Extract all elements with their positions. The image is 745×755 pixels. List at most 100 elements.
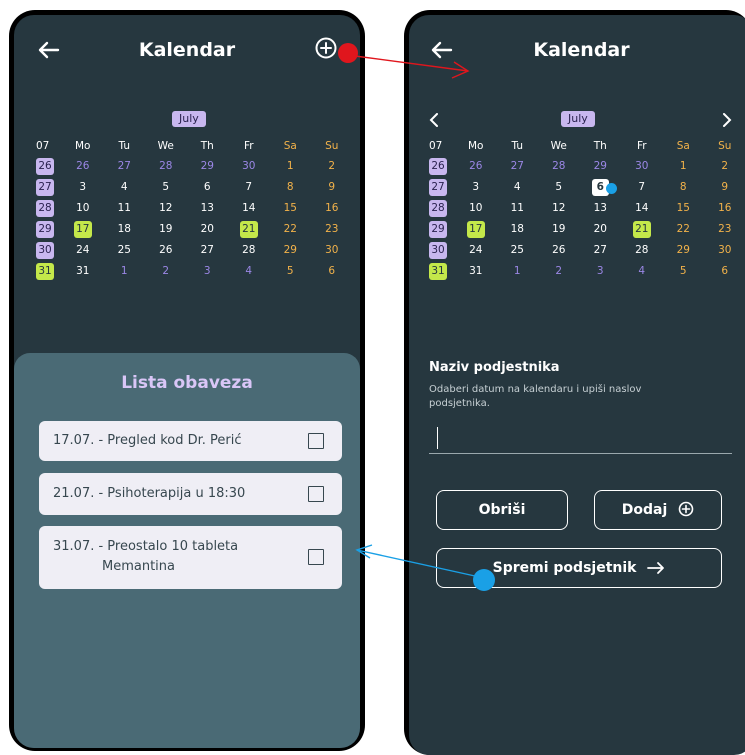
calendar-day[interactable]: 29 [270,241,312,261]
delete-button[interactable]: Obriši [436,490,568,530]
task-checkbox[interactable] [308,486,324,502]
day-header: Th [200,140,214,152]
chevron-right-icon[interactable] [721,113,733,127]
calendar-day[interactable]: 12 [145,199,187,219]
calendar-day[interactable]: 16 [704,199,745,219]
calendar-day[interactable]: 13 [580,199,622,219]
calendar-day[interactable]: 5 [270,262,312,282]
calendar-day[interactable]: 4 [621,262,663,282]
calendar-day[interactable]: 14 [228,199,270,219]
calendar-day[interactable]: 5 [663,262,705,282]
month-badge[interactable]: July [172,111,206,127]
calendar-day[interactable]: 11 [497,199,539,219]
calendar-day[interactable]: 27 [104,157,146,177]
calendar-day[interactable]: 1 [104,262,146,282]
calendar-day-highlighted[interactable]: 21 [239,221,258,238]
calendar-day[interactable]: 9 [311,178,353,198]
calendar-day[interactable]: 11 [104,199,146,219]
calendar-day[interactable]: 30 [311,241,353,261]
calendar-day[interactable]: 9 [704,178,745,198]
calendar-day[interactable]: 2 [311,157,353,177]
calendar-day[interactable]: 19 [145,220,187,240]
calendar-day[interactable]: 26 [62,157,104,177]
chevron-left-icon[interactable] [428,113,440,127]
calendar-day[interactable]: 26 [455,157,497,177]
calendar-day[interactable]: 25 [104,241,146,261]
calendar-day[interactable]: 20 [187,220,229,240]
calendar-day[interactable]: 20 [580,220,622,240]
calendar-day[interactable]: 1 [663,157,705,177]
calendar-day[interactable]: 29 [663,241,705,261]
plus-circle-icon[interactable] [314,36,338,60]
calendar-day[interactable]: 18 [497,220,539,240]
calendar-day[interactable]: 12 [538,199,580,219]
calendar-day[interactable]: 5 [538,178,580,198]
calendar-day[interactable]: 30 [228,157,270,177]
calendar-day[interactable]: 10 [62,199,104,219]
reminder-title-input[interactable] [429,423,732,454]
calendar-day[interactable]: 23 [704,220,745,240]
calendar-day[interactable]: 22 [270,220,312,240]
calendar-day[interactable]: 13 [187,199,229,219]
task-item[interactable]: 17.07. - Pregled kod Dr. Perić [39,421,342,461]
calendar-day[interactable]: 15 [663,199,705,219]
calendar-day[interactable]: 5 [145,178,187,198]
calendar-day[interactable]: 31 [455,262,497,282]
calendar-day[interactable]: 29 [580,157,622,177]
task-item[interactable]: 31.07. - Preostalo 10 tableta Memantina [39,526,342,589]
calendar-day[interactable]: 2 [704,157,745,177]
save-reminder-button[interactable]: Spremi podsjetnik [436,548,722,588]
calendar-day[interactable]: 28 [228,241,270,261]
calendar-day-highlighted[interactable]: 17 [73,221,92,238]
calendar-day[interactable]: 3 [62,178,104,198]
calendar-day-highlighted[interactable]: 21 [632,221,651,238]
month-badge[interactable]: July [561,111,595,127]
calendar-day[interactable]: 27 [187,241,229,261]
calendar-day[interactable]: 27 [580,241,622,261]
calendar-day[interactable]: 4 [104,178,146,198]
calendar-day[interactable]: 6 [704,262,745,282]
calendar-day[interactable]: 27 [497,157,539,177]
calendar-day[interactable]: 4 [228,262,270,282]
calendar-day[interactable]: 7 [621,178,663,198]
calendar-day[interactable]: 23 [311,220,353,240]
calendar-day[interactable]: 29 [187,157,229,177]
calendar-day[interactable]: 26 [145,241,187,261]
task-checkbox[interactable] [308,549,324,565]
calendar-day[interactable]: 31 [62,262,104,282]
calendar-day[interactable]: 1 [270,157,312,177]
calendar-day[interactable]: 10 [455,199,497,219]
calendar-day[interactable]: 30 [621,157,663,177]
calendar-day[interactable]: 28 [621,241,663,261]
calendar-day[interactable]: 18 [104,220,146,240]
calendar-day[interactable]: 6 [187,178,229,198]
calendar-day[interactable]: 28 [538,157,580,177]
calendar-day[interactable]: 2 [538,262,580,282]
calendar-day[interactable]: 16 [311,199,353,219]
task-checkbox[interactable] [308,433,324,449]
calendar-day[interactable]: 7 [228,178,270,198]
calendar-day[interactable]: 28 [145,157,187,177]
calendar-day[interactable]: 3 [580,262,622,282]
calendar-day[interactable]: 14 [621,199,663,219]
calendar-day-highlighted[interactable]: 17 [466,221,485,238]
calendar-day[interactable]: 6 [311,262,353,282]
add-button[interactable]: Dodaj [594,490,722,530]
calendar-day[interactable]: 8 [663,178,705,198]
calendar-day[interactable]: 22 [663,220,705,240]
calendar-day[interactable]: 24 [455,241,497,261]
calendar-day[interactable]: 1 [497,262,539,282]
calendar-day[interactable]: 19 [538,220,580,240]
calendar-day[interactable]: 2 [145,262,187,282]
task-item[interactable]: 21.07. - Psihoterapija u 18:30 [39,473,342,515]
calendar-day[interactable]: 4 [497,178,539,198]
calendar-day[interactable]: 3 [187,262,229,282]
calendar-day[interactable]: 26 [538,241,580,261]
calendar-day[interactable]: 30 [704,241,745,261]
calendar-list-screen: Kalendar July 07 Mo Tu We Th Fr Sa Su 26… [14,15,360,748]
calendar-day[interactable]: 3 [455,178,497,198]
calendar-day[interactable]: 15 [270,199,312,219]
calendar-day[interactable]: 25 [497,241,539,261]
calendar-day[interactable]: 24 [62,241,104,261]
calendar-day[interactable]: 8 [270,178,312,198]
